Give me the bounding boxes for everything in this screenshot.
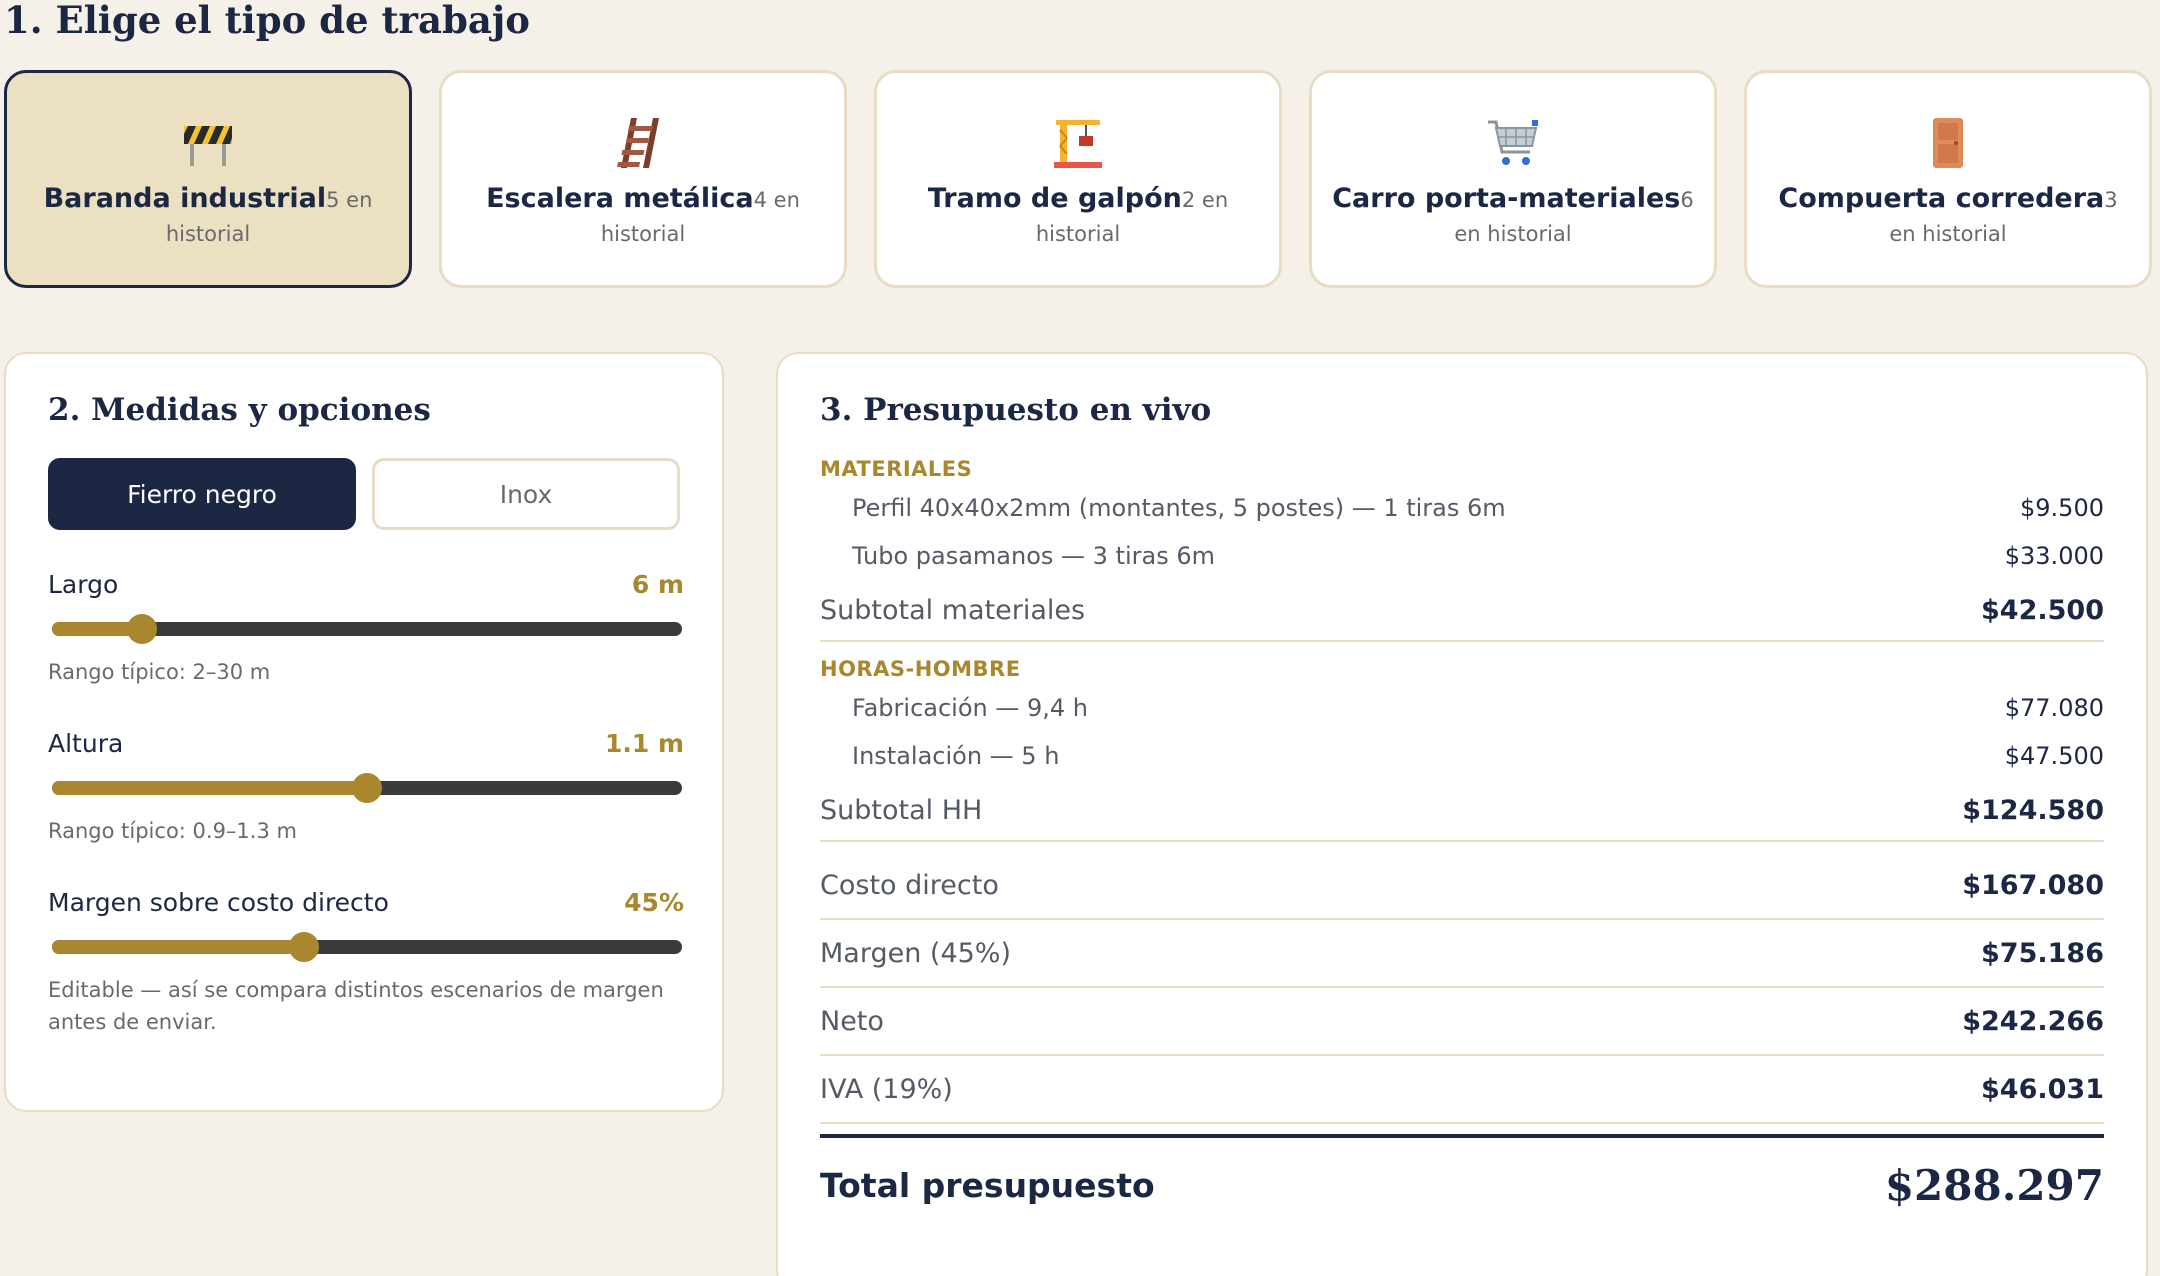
- summary-value: $46.031: [1981, 1073, 2104, 1105]
- slider-thumb[interactable]: [289, 932, 319, 962]
- item-label: Fabricación — 9,4 h: [852, 694, 1089, 722]
- materials-heading: MATERIALES: [820, 457, 973, 481]
- net-row: Neto $242.266: [820, 988, 2104, 1056]
- summary-label: Neto: [820, 1005, 884, 1037]
- summary-label: IVA (19%): [820, 1073, 953, 1105]
- item-label: Tubo pasamanos — 3 tiras 6m: [852, 542, 1215, 570]
- item-value: $47.500: [2004, 742, 2104, 770]
- slider-fill: [52, 781, 367, 795]
- margin-row: Margen (45%) $75.186: [820, 920, 2104, 988]
- job-name: Escalera metálica: [486, 183, 754, 214]
- job-card-compuerta-corredera[interactable]: Compuerta corredera3 en historial: [1744, 70, 2152, 288]
- item-value: $9.500: [2020, 494, 2104, 522]
- item-value: $77.080: [2004, 694, 2104, 722]
- slider-note: Rango típico: 2–30 m: [48, 660, 271, 684]
- summary-label: Margen (45%): [820, 937, 1011, 969]
- list-item: Perfil 40x40x2mm (montantes, 5 postes) —…: [820, 484, 2104, 532]
- slider-value: 6 m: [631, 570, 684, 599]
- slider-track[interactable]: [52, 932, 682, 962]
- direct-cost-row: Costo directo $167.080: [820, 852, 2104, 920]
- total-label: Total presupuesto: [820, 1165, 1155, 1205]
- item-label: Perfil 40x40x2mm (montantes, 5 postes) —…: [852, 494, 1506, 522]
- slider-label: Altura: [48, 729, 124, 758]
- summary-value: $242.266: [1962, 1005, 2104, 1037]
- material-option-fierro-negro[interactable]: Fierro negro: [48, 458, 356, 530]
- slider-altura: Altura 1.1 m Rango típico: 0.9–1.3 m: [48, 729, 684, 847]
- options-panel: 2. Medidas y opciones Fierro negro Inox …: [4, 352, 724, 1112]
- job-card-tramo-de-galpon[interactable]: Tramo de galpón2 en historial: [874, 70, 1282, 288]
- slider-thumb[interactable]: [352, 773, 382, 803]
- budget-panel: 3. Presupuesto en vivo MATERIALES Perfil…: [776, 352, 2148, 1276]
- budget-table: MATERIALES Perfil 40x40x2mm (montantes, …: [820, 454, 2104, 1232]
- item-value: $33.000: [2004, 542, 2104, 570]
- slider-thumb[interactable]: [127, 614, 158, 644]
- ladder-icon: [615, 115, 671, 171]
- slider-fill: [52, 940, 304, 954]
- slider-largo: Largo 6 m Rango típico: 2–30 m: [48, 570, 684, 688]
- section-title-budget: 3. Presupuesto en vivo: [820, 392, 1212, 428]
- material-toggle: Fierro negro Inox: [48, 458, 680, 530]
- list-item: Instalación — 5 h $47.500: [820, 732, 2104, 780]
- subtotal-label: Subtotal HH: [820, 794, 983, 826]
- list-item: Fabricación — 9,4 h $77.080: [820, 684, 2104, 732]
- barrier-icon: [180, 115, 236, 171]
- slider-note: Editable — así se compara distintos esce…: [48, 978, 664, 1034]
- list-item: Tubo pasamanos — 3 tiras 6m $33.000: [820, 532, 2104, 580]
- job-card-baranda-industrial[interactable]: Baranda industrial5 en historial: [4, 70, 412, 288]
- slider-label: Margen sobre costo directo: [48, 888, 389, 917]
- job-card-escalera-metalica[interactable]: Escalera metálica4 en historial: [439, 70, 847, 288]
- subtotal-value: $124.580: [1962, 794, 2104, 826]
- slider-note: Rango típico: 0.9–1.3 m: [48, 819, 297, 843]
- summary-value: $75.186: [1981, 937, 2104, 969]
- total-row: Total presupuesto $288.297: [820, 1134, 2104, 1232]
- section-title-job-type: 1. Elige el tipo de trabajo: [4, 0, 530, 42]
- vat-row: IVA (19%) $46.031: [820, 1056, 2104, 1124]
- subtotal-value: $42.500: [1981, 594, 2104, 626]
- item-label: Instalación — 5 h: [852, 742, 1060, 770]
- labor-heading: HORAS-HOMBRE: [820, 657, 1021, 681]
- slider-value: 45%: [624, 888, 684, 917]
- door-icon: [1920, 115, 1976, 171]
- subtotal-labor-row: Subtotal HH $124.580: [820, 780, 2104, 842]
- job-name: Carro porta-materiales: [1332, 183, 1681, 214]
- slider-track[interactable]: [52, 614, 682, 644]
- slider-track[interactable]: [52, 773, 682, 803]
- job-name: Compuerta corredera: [1778, 183, 2105, 214]
- total-value: $288.297: [1884, 1160, 2104, 1210]
- slider-label: Largo: [48, 570, 119, 599]
- subtotal-label: Subtotal materiales: [820, 594, 1086, 626]
- section-title-options: 2. Medidas y opciones: [48, 392, 431, 428]
- cart-icon: [1485, 115, 1541, 171]
- slider-value: 1.1 m: [604, 729, 684, 758]
- job-name: Baranda industrial: [43, 183, 327, 214]
- material-option-inox[interactable]: Inox: [372, 458, 680, 530]
- summary-label: Costo directo: [820, 869, 999, 901]
- subtotal-materials-row: Subtotal materiales $42.500: [820, 580, 2104, 642]
- summary-value: $167.080: [1962, 869, 2104, 901]
- slider-margen: Margen sobre costo directo 45% Editable …: [48, 888, 684, 1038]
- job-type-list: Baranda industrial5 en historial Escaler…: [4, 70, 2152, 288]
- job-card-carro-porta-materiales[interactable]: Carro porta-materiales6 en historial: [1309, 70, 1717, 288]
- crane-icon: [1050, 115, 1106, 171]
- job-name: Tramo de galpón: [927, 183, 1182, 214]
